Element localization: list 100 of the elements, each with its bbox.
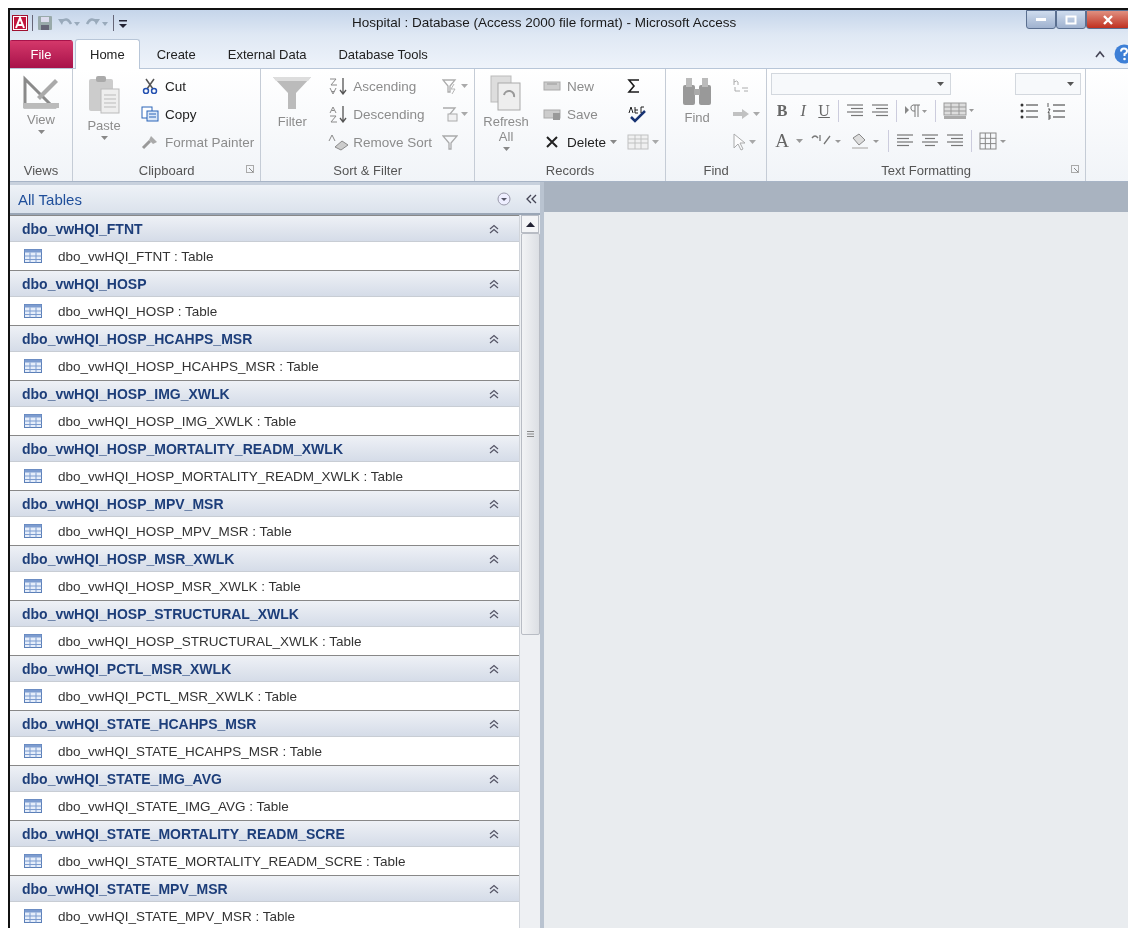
dropdown-caret-icon — [749, 140, 757, 144]
align-left-icon — [896, 133, 915, 149]
dropdown-caret-icon — [461, 84, 469, 88]
ribbon-tab[interactable]: Database Tools — [323, 40, 443, 68]
double-chevron-up-icon — [489, 718, 499, 729]
dropdown-caret-icon — [1067, 82, 1075, 86]
eraser-icon — [327, 133, 350, 151]
grid-icon — [627, 134, 650, 150]
pointer-icon — [732, 133, 747, 151]
ribbon-tab[interactable]: Home — [75, 39, 140, 69]
group-header[interactable]: dbo_vwHQI_HOSP_MPV_MSR — [10, 490, 519, 516]
dropdown-caret-icon — [652, 140, 660, 144]
dialog-launcher[interactable] — [246, 165, 257, 175]
ribbon-tab[interactable]: External Data — [212, 40, 322, 68]
decrease-indent-icon — [871, 103, 890, 119]
dropdown-caret-icon — [100, 136, 108, 140]
table-icon — [24, 414, 42, 428]
sigma-icon — [627, 78, 642, 94]
filter-form-icon — [442, 106, 459, 122]
replace-icon — [732, 77, 751, 95]
minimize-ribbon-icon — [1094, 48, 1106, 59]
up-triangle-icon — [525, 221, 535, 227]
dropdown-caret-icon — [610, 140, 618, 144]
scroll-thumb[interactable] — [520, 233, 540, 635]
group-header[interactable]: dbo_vwHQI_HOSP_HCAHPS_MSR — [10, 325, 519, 351]
group-header[interactable]: dbo_vwHQI_HOSP — [10, 270, 519, 296]
right-arrow-icon — [732, 107, 751, 121]
ribbon-button[interactable]: Delete — [539, 129, 620, 155]
sort-ascending-icon — [328, 77, 349, 95]
group-header[interactable]: dbo_vwHQI_STATE_MPV_MSR — [10, 875, 519, 901]
scissors-icon — [142, 78, 158, 94]
double-chevron-up-icon — [489, 333, 499, 344]
circle-down-icon — [497, 192, 511, 206]
save-icon — [37, 14, 53, 31]
align-center-icon — [921, 133, 940, 149]
pane-menu-button[interactable] — [494, 192, 514, 206]
dropdown-caret-icon — [796, 139, 804, 143]
maximize-button[interactable] — [1056, 10, 1086, 29]
group-header[interactable]: dbo_vwHQI_STATE_MORTALITY_READM_SCRE — [10, 820, 519, 846]
funnel-icon — [442, 134, 459, 150]
group-label: Records — [545, 162, 595, 178]
minimize-button[interactable] — [1026, 10, 1056, 29]
table-icon — [24, 469, 42, 483]
launcher-icon — [246, 165, 255, 173]
close-button[interactable] — [1086, 10, 1128, 29]
double-chevron-up-icon — [489, 278, 499, 289]
double-chevron-up-icon — [489, 223, 499, 234]
ribbon-button[interactable]: Cut — [137, 73, 257, 99]
group-header[interactable]: dbo_vwHQI_STATE_HCAHPS_MSR — [10, 710, 519, 736]
group-header[interactable]: dbo_vwHQI_HOSP_IMG_XWLK — [10, 380, 519, 406]
vertical-scrollbar[interactable] — [519, 215, 540, 928]
double-chevron-up-icon — [489, 773, 499, 784]
launcher-icon — [1071, 165, 1080, 173]
copy-icon — [141, 106, 159, 122]
dropdown-caret-icon — [937, 82, 945, 86]
grip-icon — [526, 431, 534, 437]
group-label: Views — [23, 162, 59, 178]
table-icon — [24, 744, 42, 758]
new-record-icon — [543, 79, 562, 93]
double-chevron-up-icon — [489, 883, 499, 894]
align-right-icon — [946, 133, 965, 149]
group-header[interactable]: dbo_vwHQI_HOSP_MORTALITY_READM_XWLK — [10, 435, 519, 461]
table-icon — [24, 304, 42, 318]
group-header[interactable]: dbo_vwHQI_HOSP_STRUCTURAL_XWLK — [10, 600, 519, 626]
double-chevron-up-icon — [489, 388, 499, 399]
group-label: Clipboard — [138, 162, 195, 178]
minimize-icon — [1036, 18, 1046, 21]
table-icon — [24, 689, 42, 703]
double-chevron-up-icon — [489, 553, 499, 564]
double-chevron-left-icon — [525, 194, 537, 204]
triangle-ruler-icon — [23, 75, 59, 109]
filter-lightning-icon — [442, 78, 459, 94]
funnel-icon — [272, 75, 313, 111]
ribbon-button[interactable]: Copy — [137, 101, 257, 127]
gridlines-icon — [943, 102, 976, 120]
bullet-list-icon — [1019, 102, 1040, 120]
ribbon-tab[interactable]: Create — [141, 40, 211, 68]
group-header[interactable]: dbo_vwHQI_FTNT — [10, 215, 519, 241]
table-item[interactable]: dbo_vwHQI_STATE_MPV_MSR : Table — [10, 901, 519, 928]
group-header[interactable]: dbo_vwHQI_HOSP_MSR_XWLK — [10, 545, 519, 571]
binoculars-icon — [681, 75, 714, 107]
group-header[interactable]: dbo_vwHQI_PCTL_MSR_XWLK — [10, 655, 519, 681]
group-header[interactable]: dbo_vwHQI_STATE_IMG_AVG — [10, 765, 519, 791]
clipboard-icon — [87, 75, 121, 115]
spelling-check-icon — [627, 105, 648, 123]
close-icon — [1102, 14, 1114, 25]
double-chevron-up-icon — [489, 608, 499, 619]
file-tab[interactable]: File — [10, 40, 73, 68]
table-icon — [24, 909, 42, 923]
increase-indent-icon — [846, 103, 865, 119]
dialog-launcher[interactable] — [1071, 165, 1082, 175]
table-icon — [24, 359, 42, 373]
refresh-icon — [490, 75, 523, 111]
double-chevron-up-icon — [489, 443, 499, 454]
dropdown-caret-icon — [502, 147, 510, 151]
table-icon — [24, 524, 42, 538]
table-icon — [24, 249, 42, 263]
group-label: Sort & Filter — [333, 162, 402, 178]
scroll-up-button[interactable] — [521, 215, 539, 233]
dropdown-caret-icon — [753, 112, 761, 116]
